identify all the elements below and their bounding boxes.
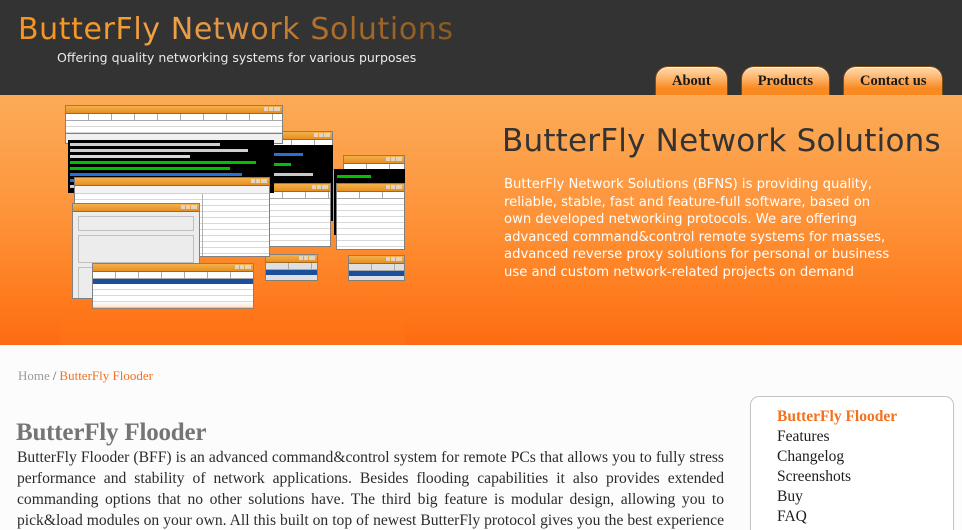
collage-window-clients bbox=[92, 263, 254, 309]
collage-table-body bbox=[93, 284, 253, 308]
sidebar-item-buy[interactable]: Buy bbox=[777, 487, 953, 507]
collage-titlebar bbox=[344, 156, 404, 164]
nav-tab-products[interactable]: Products bbox=[740, 66, 831, 95]
collage-table-body bbox=[260, 199, 330, 246]
hero-screenshot-collage bbox=[60, 103, 405, 345]
collage-titlebar bbox=[266, 255, 317, 263]
collage-table-header bbox=[66, 114, 282, 121]
hero-title: ButterFly Network Solutions bbox=[502, 123, 941, 159]
nav-tab-contact-us[interactable]: Contact us bbox=[843, 66, 944, 95]
sidebar-heading[interactable]: ButterFly Flooder bbox=[777, 407, 953, 427]
page-intro-paragraph: ButterFly Flooder (BFF) is an advanced c… bbox=[17, 448, 724, 529]
sidebar-panel: ButterFly Flooder Features Changelog Scr… bbox=[750, 396, 954, 530]
collage-table-body bbox=[337, 199, 404, 249]
collage-table-header bbox=[93, 272, 253, 279]
site-header: ButterFly Network Solutions Offering qua… bbox=[0, 0, 962, 95]
breadcrumb-separator: / bbox=[52, 368, 57, 383]
hero-paragraph: ButterFly Network Solutions (BFNS) is pr… bbox=[504, 177, 890, 280]
site-tagline: Offering quality networking systems for … bbox=[57, 50, 417, 65]
breadcrumb-current: ButterFly Flooder bbox=[59, 368, 153, 383]
collage-titlebar bbox=[75, 178, 269, 186]
breadcrumb-home-link[interactable]: Home bbox=[18, 368, 50, 383]
collage-titlebar bbox=[93, 264, 253, 272]
collage-titlebar bbox=[73, 204, 199, 212]
collage-titlebar bbox=[349, 256, 404, 264]
hero-banner: ButterFly Network Solutions ButterFly Ne… bbox=[0, 95, 962, 345]
collage-window-10 bbox=[348, 255, 405, 281]
collage-table-header bbox=[337, 192, 404, 199]
collage-titlebar bbox=[337, 184, 404, 192]
page-root: ButterFly Network Solutions Offering qua… bbox=[0, 0, 962, 530]
sidebar-item-changelog[interactable]: Changelog bbox=[777, 447, 953, 467]
site-logo[interactable]: ButterFly Network Solutions bbox=[18, 12, 454, 47]
collage-window-7 bbox=[265, 254, 318, 281]
collage-table-header bbox=[349, 264, 404, 271]
nav-tab-about[interactable]: About bbox=[655, 66, 728, 95]
sidebar-item-faq[interactable]: FAQ bbox=[777, 507, 953, 527]
main-navigation: About Products Contact us bbox=[655, 66, 944, 95]
collage-titlebar bbox=[66, 106, 282, 114]
breadcrumb: Home / ButterFly Flooder bbox=[18, 368, 153, 384]
sidebar-item-screenshots[interactable]: Screenshots bbox=[777, 467, 953, 487]
sidebar-item-features[interactable]: Features bbox=[777, 427, 953, 447]
collage-table-header bbox=[260, 192, 330, 199]
page-title: ButterFly Flooder bbox=[16, 418, 207, 446]
collage-table-header bbox=[266, 263, 317, 270]
collage-window-9 bbox=[336, 183, 405, 250]
